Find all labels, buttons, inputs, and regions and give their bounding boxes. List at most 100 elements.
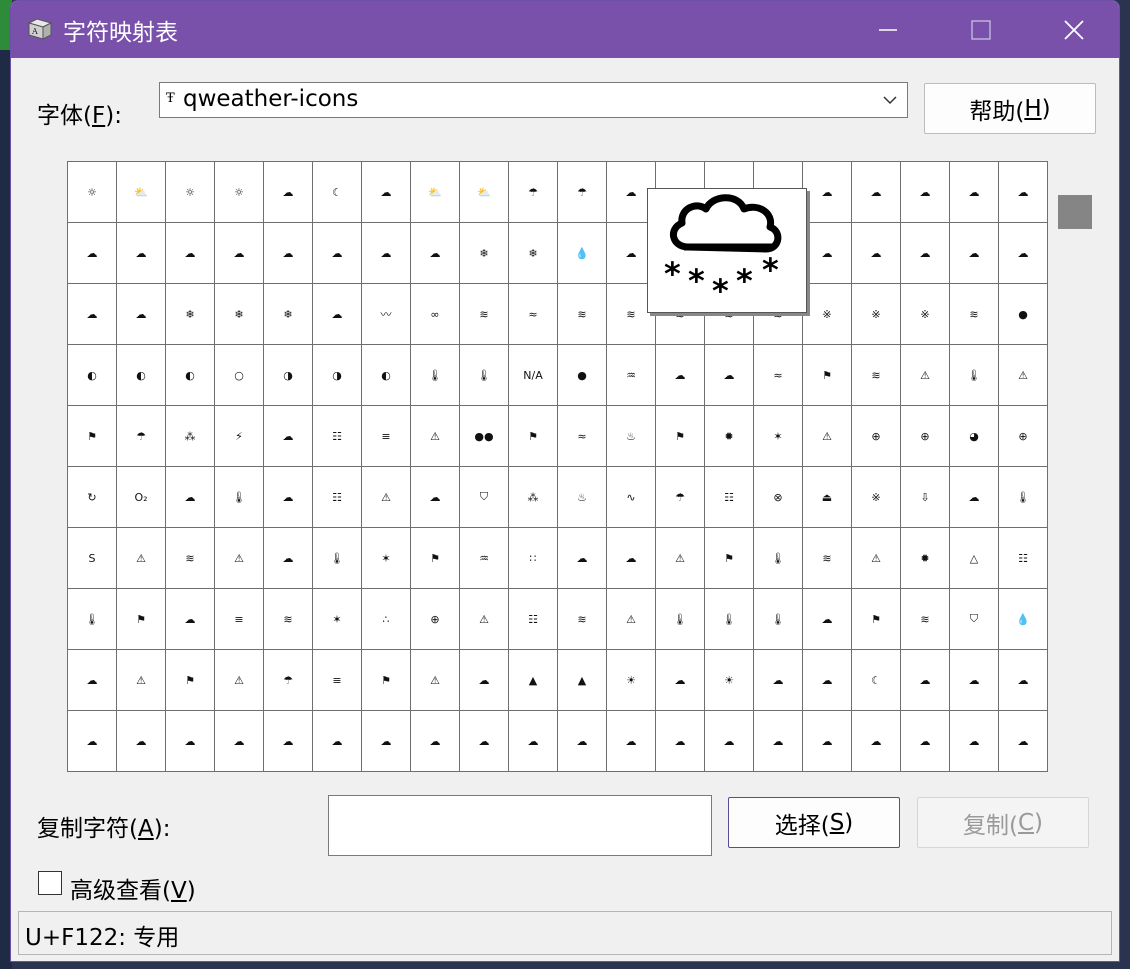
char-cell[interactable]: ☁ (999, 711, 1048, 772)
char-cell[interactable]: ▲ (558, 650, 607, 711)
char-cell[interactable]: ※ (852, 284, 901, 345)
char-cell[interactable]: ▲ (509, 650, 558, 711)
char-cell[interactable]: ☁ (999, 223, 1048, 284)
char-cell[interactable]: ⛅ (460, 162, 509, 223)
char-cell[interactable]: 〰 (362, 284, 411, 345)
char-cell[interactable]: ☁ (705, 711, 754, 772)
char-cell[interactable]: 💧 (999, 589, 1048, 650)
char-cell[interactable]: ≋ (264, 589, 313, 650)
char-cell[interactable]: ☁ (705, 345, 754, 406)
char-cell[interactable]: ☁ (313, 711, 362, 772)
char-cell[interactable]: ☁ (852, 711, 901, 772)
char-cell[interactable]: ☁ (264, 467, 313, 528)
char-cell[interactable]: ☀ (705, 650, 754, 711)
char-cell[interactable]: ☁ (803, 223, 852, 284)
copy-characters-input[interactable] (328, 795, 712, 856)
char-cell[interactable]: ◑ (313, 345, 362, 406)
char-cell[interactable]: ❄ (166, 284, 215, 345)
char-cell[interactable]: ≈ (509, 284, 558, 345)
char-cell[interactable]: 🌡 (215, 467, 264, 528)
char-cell[interactable]: ⚠ (460, 589, 509, 650)
char-cell[interactable]: ⊗ (754, 467, 803, 528)
char-cell[interactable]: ⇩ (901, 467, 950, 528)
char-cell[interactable]: ☁ (68, 284, 117, 345)
char-cell[interactable]: ☁ (362, 162, 411, 223)
char-cell[interactable]: ◐ (117, 345, 166, 406)
char-cell[interactable]: ≡ (313, 650, 362, 711)
char-cell[interactable]: ☁ (264, 711, 313, 772)
char-cell[interactable]: ☁ (215, 223, 264, 284)
char-cell[interactable]: ⏏ (803, 467, 852, 528)
char-cell[interactable]: ☁ (166, 223, 215, 284)
char-cell[interactable]: ☁ (803, 711, 852, 772)
select-button[interactable]: 选择(S) (728, 797, 900, 848)
char-cell[interactable]: ≋ (852, 345, 901, 406)
char-cell[interactable]: ❄ (460, 223, 509, 284)
char-cell[interactable]: ☁ (656, 650, 705, 711)
char-cell[interactable]: ☁ (901, 711, 950, 772)
char-cell[interactable]: ☂ (509, 162, 558, 223)
char-cell[interactable]: ☁ (264, 528, 313, 589)
char-cell[interactable]: ☁ (852, 223, 901, 284)
char-cell[interactable]: ⛅ (411, 162, 460, 223)
char-cell[interactable]: ⚑ (852, 589, 901, 650)
char-cell[interactable]: ☼ (215, 162, 264, 223)
character-grid[interactable]: ☼⛅☼☼☁☾☁⛅⛅☂☂☁☁☁☁☁☁☁☁☁☁☁☁☁☁☁☁☁❄❄💧☁☁☁☁☁☁☁☁☁… (67, 161, 1048, 772)
char-cell[interactable]: ☁ (313, 284, 362, 345)
char-cell[interactable]: ◐ (362, 345, 411, 406)
char-cell[interactable]: ☁ (264, 162, 313, 223)
char-cell[interactable]: ♨ (558, 467, 607, 528)
char-cell[interactable]: ☁ (852, 162, 901, 223)
char-cell[interactable]: ⚠ (215, 650, 264, 711)
minimize-button[interactable] (841, 1, 934, 58)
char-cell[interactable]: △ (950, 528, 999, 589)
char-cell[interactable]: ⁂ (509, 467, 558, 528)
char-cell[interactable]: ⊕ (852, 406, 901, 467)
grid-scrollbar-thumb[interactable] (1058, 195, 1092, 229)
char-cell[interactable]: ✹ (901, 528, 950, 589)
char-cell[interactable]: ☁ (950, 223, 999, 284)
char-cell[interactable]: ☁ (460, 650, 509, 711)
char-cell[interactable]: ☁ (803, 589, 852, 650)
char-cell[interactable]: ☁ (117, 284, 166, 345)
char-cell[interactable]: ⚠ (656, 528, 705, 589)
char-cell[interactable]: ☀ (607, 650, 656, 711)
char-cell[interactable]: ≋ (950, 284, 999, 345)
char-cell[interactable]: 🌡 (411, 345, 460, 406)
char-cell[interactable]: ⚑ (509, 406, 558, 467)
char-cell[interactable]: ☁ (166, 589, 215, 650)
copy-button[interactable]: 复制(C) (917, 797, 1089, 848)
char-cell[interactable]: ⚑ (362, 650, 411, 711)
char-cell[interactable]: 🌡 (313, 528, 362, 589)
char-cell[interactable]: ☁ (999, 650, 1048, 711)
char-cell[interactable]: ☷ (509, 589, 558, 650)
char-cell[interactable]: ☂ (264, 650, 313, 711)
char-cell[interactable]: ⚑ (68, 406, 117, 467)
char-cell[interactable]: ∴ (362, 589, 411, 650)
char-cell[interactable]: 🌡 (460, 345, 509, 406)
char-cell[interactable]: ☷ (313, 467, 362, 528)
char-cell[interactable]: ☁ (950, 650, 999, 711)
char-cell[interactable]: ☂ (656, 467, 705, 528)
char-cell[interactable]: ☷ (999, 528, 1048, 589)
char-cell[interactable]: ☾ (852, 650, 901, 711)
char-cell[interactable]: ∞ (411, 284, 460, 345)
char-cell[interactable]: ☁ (411, 223, 460, 284)
char-cell[interactable]: ❄ (215, 284, 264, 345)
char-cell[interactable]: ✹ (705, 406, 754, 467)
char-cell[interactable]: ✶ (754, 406, 803, 467)
char-cell[interactable]: ⚡ (215, 406, 264, 467)
char-cell[interactable]: ∿ (607, 467, 656, 528)
char-cell[interactable]: ⚑ (705, 528, 754, 589)
char-cell[interactable]: ⛅ (117, 162, 166, 223)
char-cell[interactable]: 🌡 (705, 589, 754, 650)
char-cell[interactable]: ☁ (215, 711, 264, 772)
advanced-view-label[interactable]: 高级查看(V) (70, 871, 196, 905)
char-cell[interactable]: ✶ (362, 528, 411, 589)
char-cell[interactable]: ⚠ (117, 650, 166, 711)
char-cell[interactable]: ☂ (558, 162, 607, 223)
char-cell[interactable]: ☁ (411, 467, 460, 528)
char-cell[interactable]: ☁ (117, 711, 166, 772)
maximize-button[interactable] (934, 1, 1027, 58)
char-cell[interactable]: ⚠ (607, 589, 656, 650)
